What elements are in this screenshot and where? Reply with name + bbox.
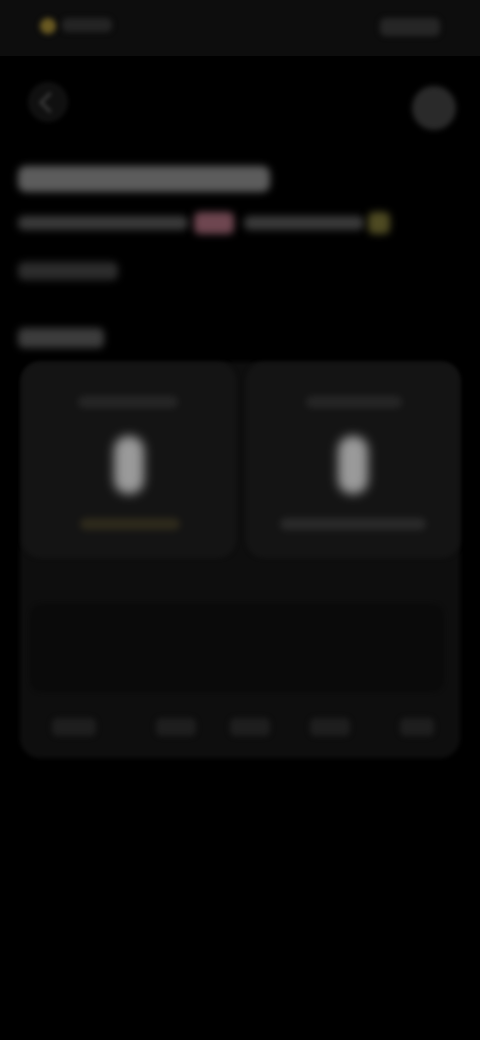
info-line (18, 208, 390, 238)
tab-3[interactable] (230, 718, 270, 736)
device-card-status (80, 518, 180, 530)
device-card-status (280, 518, 426, 530)
tab-4[interactable] (310, 718, 350, 736)
subtitle-link[interactable] (18, 262, 118, 280)
tab-5[interactable] (400, 718, 434, 736)
pink-badge-icon (194, 212, 234, 234)
yellow-badge-icon (368, 212, 390, 234)
device-icon (338, 436, 368, 494)
content-area (30, 604, 444, 692)
device-card-label (78, 396, 178, 408)
info-text-1 (18, 216, 188, 230)
status-bar (0, 0, 480, 56)
info-text-2 (244, 216, 364, 230)
app-screen (0, 0, 480, 1040)
page-title (18, 166, 270, 192)
tab-2[interactable] (156, 718, 196, 736)
status-dot-icon (40, 18, 56, 34)
status-right-indicators (380, 18, 440, 36)
device-icon (114, 436, 144, 494)
tab-bar (30, 712, 450, 744)
tab-1[interactable] (52, 718, 96, 736)
chevron-left-icon[interactable] (28, 82, 68, 122)
status-left-text (62, 18, 112, 32)
avatar-icon[interactable] (412, 86, 456, 130)
device-card-label (306, 396, 402, 408)
device-card-1[interactable] (22, 362, 236, 558)
section-title (18, 328, 104, 348)
device-card-2[interactable] (246, 362, 460, 558)
